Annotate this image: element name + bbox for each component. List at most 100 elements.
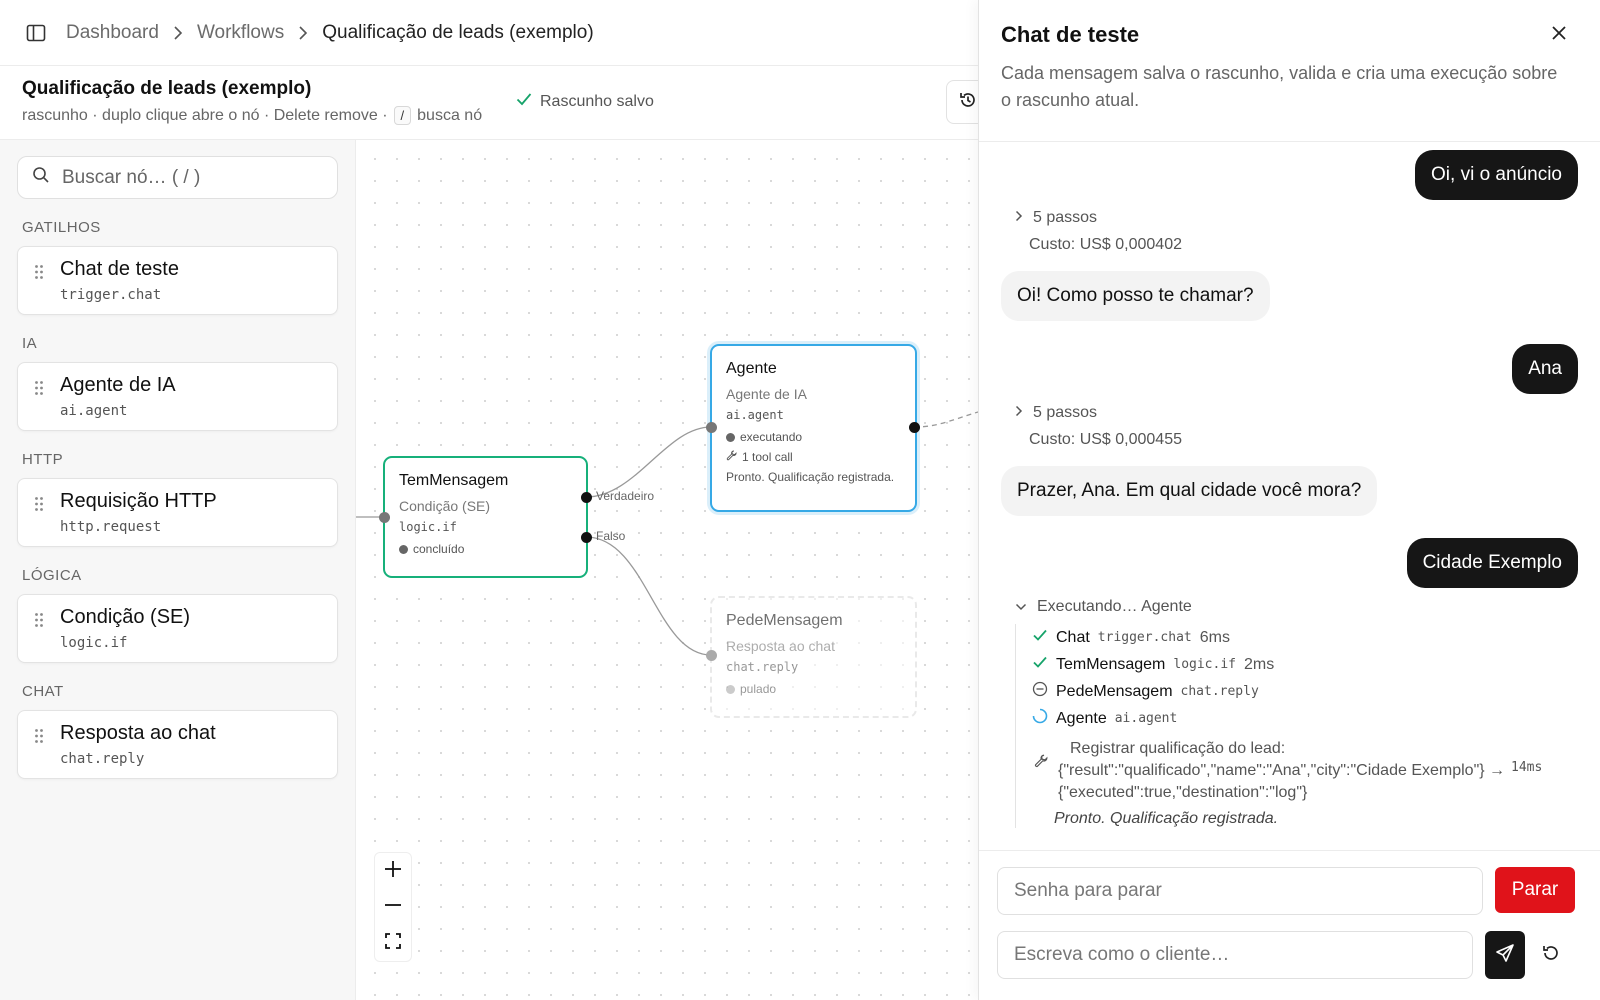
- execution-header: Executando… Agente: [1037, 598, 1192, 615]
- breadcrumb-workflows[interactable]: Workflows: [197, 22, 284, 44]
- node-type: chat.reply: [726, 660, 799, 674]
- send-button[interactable]: [1485, 931, 1525, 979]
- close-button[interactable]: [1548, 24, 1570, 46]
- breadcrumb-current: Qualificação de leads (exemplo): [322, 21, 594, 43]
- exec-step: TemMensagem logic.if 2ms: [1032, 651, 1585, 678]
- palette-item-resposta-ao-chat[interactable]: Resposta ao chat chat.reply: [17, 710, 338, 779]
- node-status-text: concluído: [413, 542, 465, 556]
- workflow-canvas[interactable]: TemMensagem Condição (SE) logic.if concl…: [356, 140, 978, 1000]
- palette-item-name: Resposta ao chat: [60, 722, 216, 744]
- drag-handle-icon[interactable]: [34, 612, 46, 662]
- drag-handle-icon[interactable]: [34, 264, 46, 314]
- cost-label: Custo: US$ 0,000402: [1029, 236, 1182, 253]
- cost-label: Custo: US$ 0,000455: [1029, 431, 1182, 448]
- palette-item-requisicao-http[interactable]: Requisição HTTP http.request: [17, 478, 338, 547]
- drag-handle-icon[interactable]: [34, 380, 46, 430]
- node-palette: GATILHOS Chat de teste trigger.chat IA A…: [0, 140, 356, 1000]
- node-tem-mensagem[interactable]: TemMensagem Condição (SE) logic.if concl…: [383, 456, 588, 578]
- tool-call-duration: 14ms: [1511, 760, 1543, 775]
- message-input[interactable]: [997, 931, 1473, 979]
- zoom-out-button[interactable]: [375, 889, 411, 925]
- palette-item-name: Requisição HTTP: [60, 490, 217, 512]
- node-subtitle: Condição (SE): [399, 498, 491, 514]
- steps-label: 5 passos: [1033, 209, 1098, 226]
- hint-prefix: rascunho · duplo clique abre o nó · Dele…: [22, 106, 388, 124]
- breadcrumb-dashboard[interactable]: Dashboard: [66, 22, 159, 44]
- tool-call-input: {"result":"qualificado","name":"Ana","ci…: [1058, 762, 1506, 779]
- fit-view-icon: [385, 932, 401, 954]
- chevron-right-icon: [173, 25, 183, 40]
- exec-step-name: Chat: [1056, 628, 1090, 646]
- output-port-false[interactable]: [581, 532, 592, 543]
- node-agente[interactable]: Agente Agente de IA ai.agent executando …: [710, 344, 917, 512]
- input-port[interactable]: [379, 512, 390, 523]
- stop-password-input[interactable]: [997, 867, 1483, 915]
- stop-button[interactable]: Parar: [1495, 867, 1575, 913]
- zoom-in-button[interactable]: [375, 853, 411, 889]
- workflow-hint: rascunho · duplo clique abre o nó · Dele…: [22, 106, 956, 125]
- exec-step-name: PedeMensagem: [1056, 682, 1173, 700]
- node-result: Pronto. Qualificação registrada.: [726, 470, 895, 484]
- input-port[interactable]: [706, 422, 717, 433]
- palette-item-condicao-se[interactable]: Condição (SE) logic.if: [17, 594, 338, 663]
- palette-item-chat-de-teste[interactable]: Chat de teste trigger.chat: [17, 246, 338, 315]
- node-pede-mensagem[interactable]: PedeMensagem Resposta ao chat chat.reply…: [710, 596, 917, 718]
- node-status-text: executando: [740, 430, 803, 444]
- output-port[interactable]: [909, 422, 920, 433]
- tool-call: Registrar qualificação do lead: {"result…: [1034, 738, 1585, 804]
- tool-call-text: Registrar qualificação do lead: {"result…: [1058, 738, 1505, 804]
- node-type: ai.agent: [726, 408, 784, 422]
- node-search[interactable]: [17, 156, 338, 199]
- drag-handle-icon[interactable]: [34, 496, 46, 546]
- exec-step-type: trigger.chat: [1097, 630, 1192, 645]
- workflow-title: Qualificação de leads (exemplo): [22, 78, 312, 99]
- exec-step-duration: 2ms: [1244, 655, 1275, 673]
- history-icon: [958, 90, 978, 115]
- palette-item-agente-de-ia[interactable]: Agente de IA ai.agent: [17, 362, 338, 431]
- minus-icon: [384, 896, 402, 919]
- zoom-controls: [374, 852, 412, 962]
- drag-handle-icon[interactable]: [34, 728, 46, 778]
- exec-step-name: TemMensagem: [1056, 655, 1166, 673]
- close-icon: [1551, 25, 1567, 46]
- workflow-header: Qualificação de leads (exemplo) rascunho…: [0, 66, 990, 140]
- send-icon: [1495, 943, 1515, 968]
- execution-steps: Chat trigger.chat 6ms TemMensagem logic.…: [1015, 624, 1585, 828]
- exec-step: Agente ai.agent: [1032, 705, 1585, 732]
- node-title: PedeMensagem: [726, 612, 843, 629]
- execution-toggle[interactable]: Executando… Agente: [1015, 598, 1585, 616]
- wrench-icon: [726, 450, 737, 464]
- palette-item-type: http.request: [60, 519, 162, 535]
- reset-chat-button[interactable]: [1539, 943, 1563, 967]
- palette-item-type: logic.if: [60, 635, 128, 651]
- chat-footer: Parar: [979, 850, 1600, 1000]
- steps-label: 5 passos: [1033, 404, 1098, 421]
- test-chat-panel: Chat de teste Cada mensagem salva o rasc…: [978, 0, 1600, 1000]
- status-dot-icon: [399, 544, 408, 554]
- bot-message: Oi! Como posso te chamar?: [1001, 271, 1270, 321]
- exec-step-duration: 6ms: [1199, 628, 1230, 646]
- input-port[interactable]: [706, 650, 717, 661]
- palette-item-name: Condição (SE): [60, 606, 191, 628]
- fit-view-button[interactable]: [375, 925, 411, 961]
- node-type: logic.if: [399, 520, 457, 534]
- top-bar: Dashboard Workflows Qualificação de lead…: [0, 0, 978, 66]
- hint-suffix: busca nó: [417, 106, 483, 124]
- edge-false: [585, 536, 712, 656]
- user-message: Cidade Exemplo: [1406, 538, 1578, 588]
- exec-step: Chat trigger.chat 6ms: [1032, 624, 1585, 651]
- node-subtitle: Agente de IA: [726, 386, 807, 402]
- skipped-icon: [1032, 681, 1048, 702]
- node-search-input[interactable]: [62, 166, 312, 189]
- exec-step-type: ai.agent: [1114, 711, 1178, 726]
- spinner-icon: [1032, 708, 1048, 729]
- output-port-true[interactable]: [581, 492, 592, 503]
- steps-toggle[interactable]: 5 passos: [1015, 404, 1097, 422]
- section-label-logica: LÓGICA: [22, 567, 82, 584]
- user-message: Oi, vi o anúncio: [1415, 150, 1578, 200]
- chat-title: Chat de teste: [1001, 22, 1140, 47]
- edge-label-true: Verdadeiro: [596, 489, 655, 503]
- steps-toggle[interactable]: 5 passos: [1015, 209, 1097, 227]
- sidebar-toggle-icon[interactable]: [24, 21, 48, 45]
- edge-true: [585, 426, 712, 498]
